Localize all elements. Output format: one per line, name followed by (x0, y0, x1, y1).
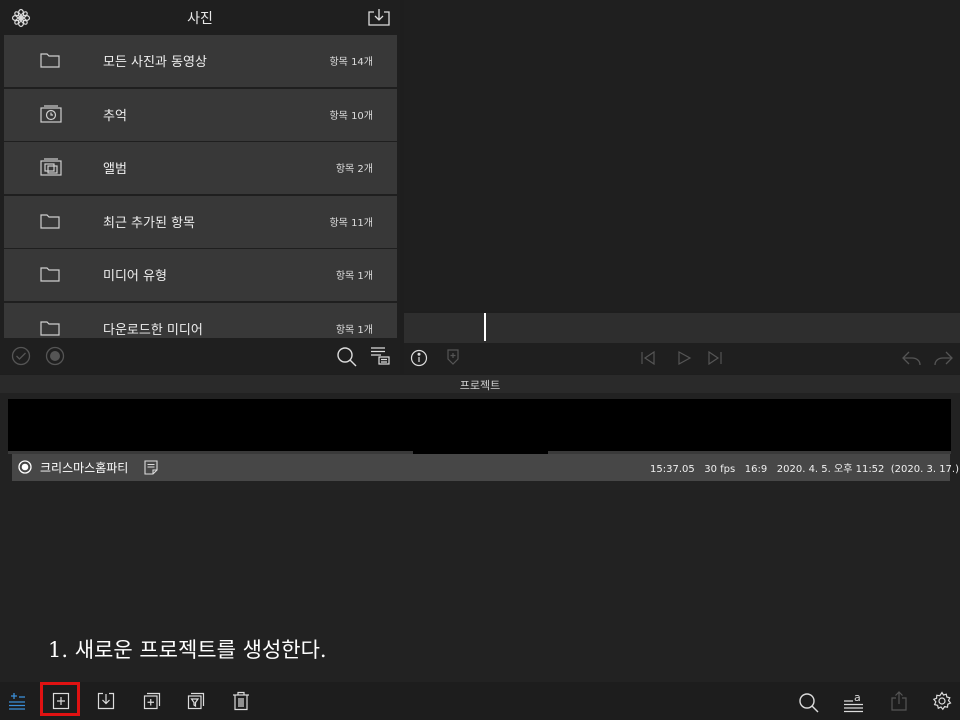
folder-icon (40, 319, 60, 336)
album-name: 다운로드한 미디어 (103, 323, 203, 338)
note-icon[interactable] (144, 460, 158, 475)
project-list-icon[interactable] (7, 691, 27, 711)
sort-list-icon[interactable] (370, 346, 390, 366)
settings-gear-icon[interactable] (932, 691, 952, 711)
search-icon[interactable] (798, 692, 820, 714)
marker-add-icon[interactable] (446, 348, 460, 366)
duplicate-project-icon[interactable] (143, 692, 161, 710)
album-row-downloaded-media[interactable]: 다운로드한 미디어 항목 1개 (4, 303, 397, 338)
play-icon[interactable] (676, 350, 692, 366)
album-list: 모든 사진과 동영상 항목 14개 추억 항목 10개 앨범 항목 2개 최근 … (4, 35, 397, 338)
filter-project-icon[interactable] (187, 692, 205, 710)
album-name: 추억 (103, 109, 127, 124)
project-selected-radio-icon[interactable] (18, 460, 32, 474)
sort-text-icon[interactable]: a (843, 691, 865, 713)
skip-forward-icon[interactable] (707, 350, 723, 366)
album-count: 항목 2개 (335, 164, 373, 175)
memories-icon (40, 105, 62, 123)
project-thumbnail-strip[interactable] (8, 399, 951, 454)
album-name: 미디어 유형 (103, 269, 167, 284)
folder-icon (40, 51, 60, 68)
tutorial-instruction: 1. 새로운 프로젝트를 생성한다. (48, 638, 327, 662)
share-icon[interactable] (890, 691, 908, 711)
redo-icon[interactable] (933, 349, 955, 367)
album-count: 항목 11개 (329, 218, 373, 229)
album-row-all-photos[interactable]: 모든 사진과 동영상 항목 14개 (4, 35, 397, 87)
svg-text:a: a (854, 691, 861, 704)
import-icon[interactable] (367, 8, 391, 27)
timeline-strip[interactable] (404, 313, 960, 343)
album-row-recently-added[interactable]: 최근 추가된 항목 항목 11개 (4, 196, 397, 248)
panel-title: 사진 (187, 11, 213, 27)
album-row-albums[interactable]: 앨범 항목 2개 (4, 142, 397, 194)
album-count: 항목 10개 (329, 111, 373, 122)
trash-icon[interactable] (232, 691, 250, 711)
new-project-icon[interactable] (52, 692, 70, 710)
project-metadata: 15:37.05 30 fps 16:9 2020. 4. 5. 오후 11:5… (650, 464, 960, 475)
folder-icon (40, 265, 60, 282)
undo-icon[interactable] (900, 349, 922, 367)
info-icon[interactable] (410, 349, 428, 367)
import-project-icon[interactable] (97, 692, 115, 710)
album-name: 모든 사진과 동영상 (103, 55, 207, 70)
album-row-media-types[interactable]: 미디어 유형 항목 1개 (4, 249, 397, 301)
folder-icon (40, 212, 60, 229)
check-circle-icon[interactable] (11, 346, 31, 366)
album-icon (40, 158, 62, 176)
playhead[interactable] (484, 313, 486, 341)
project-section-title: 프로젝트 (459, 379, 501, 392)
search-icon[interactable] (336, 346, 358, 368)
album-count: 항목 1개 (335, 325, 373, 336)
album-name: 앨범 (103, 162, 127, 177)
album-name: 최근 추가된 항목 (103, 216, 195, 231)
album-count: 항목 14개 (329, 57, 373, 68)
radio-record-icon[interactable] (45, 346, 65, 366)
preview-viewer (404, 0, 960, 311)
project-name: 크리스마스홈파티 (40, 461, 129, 475)
skip-back-icon[interactable] (640, 350, 656, 366)
album-row-memories[interactable]: 추억 항목 10개 (4, 89, 397, 141)
album-count: 항목 1개 (335, 271, 373, 282)
